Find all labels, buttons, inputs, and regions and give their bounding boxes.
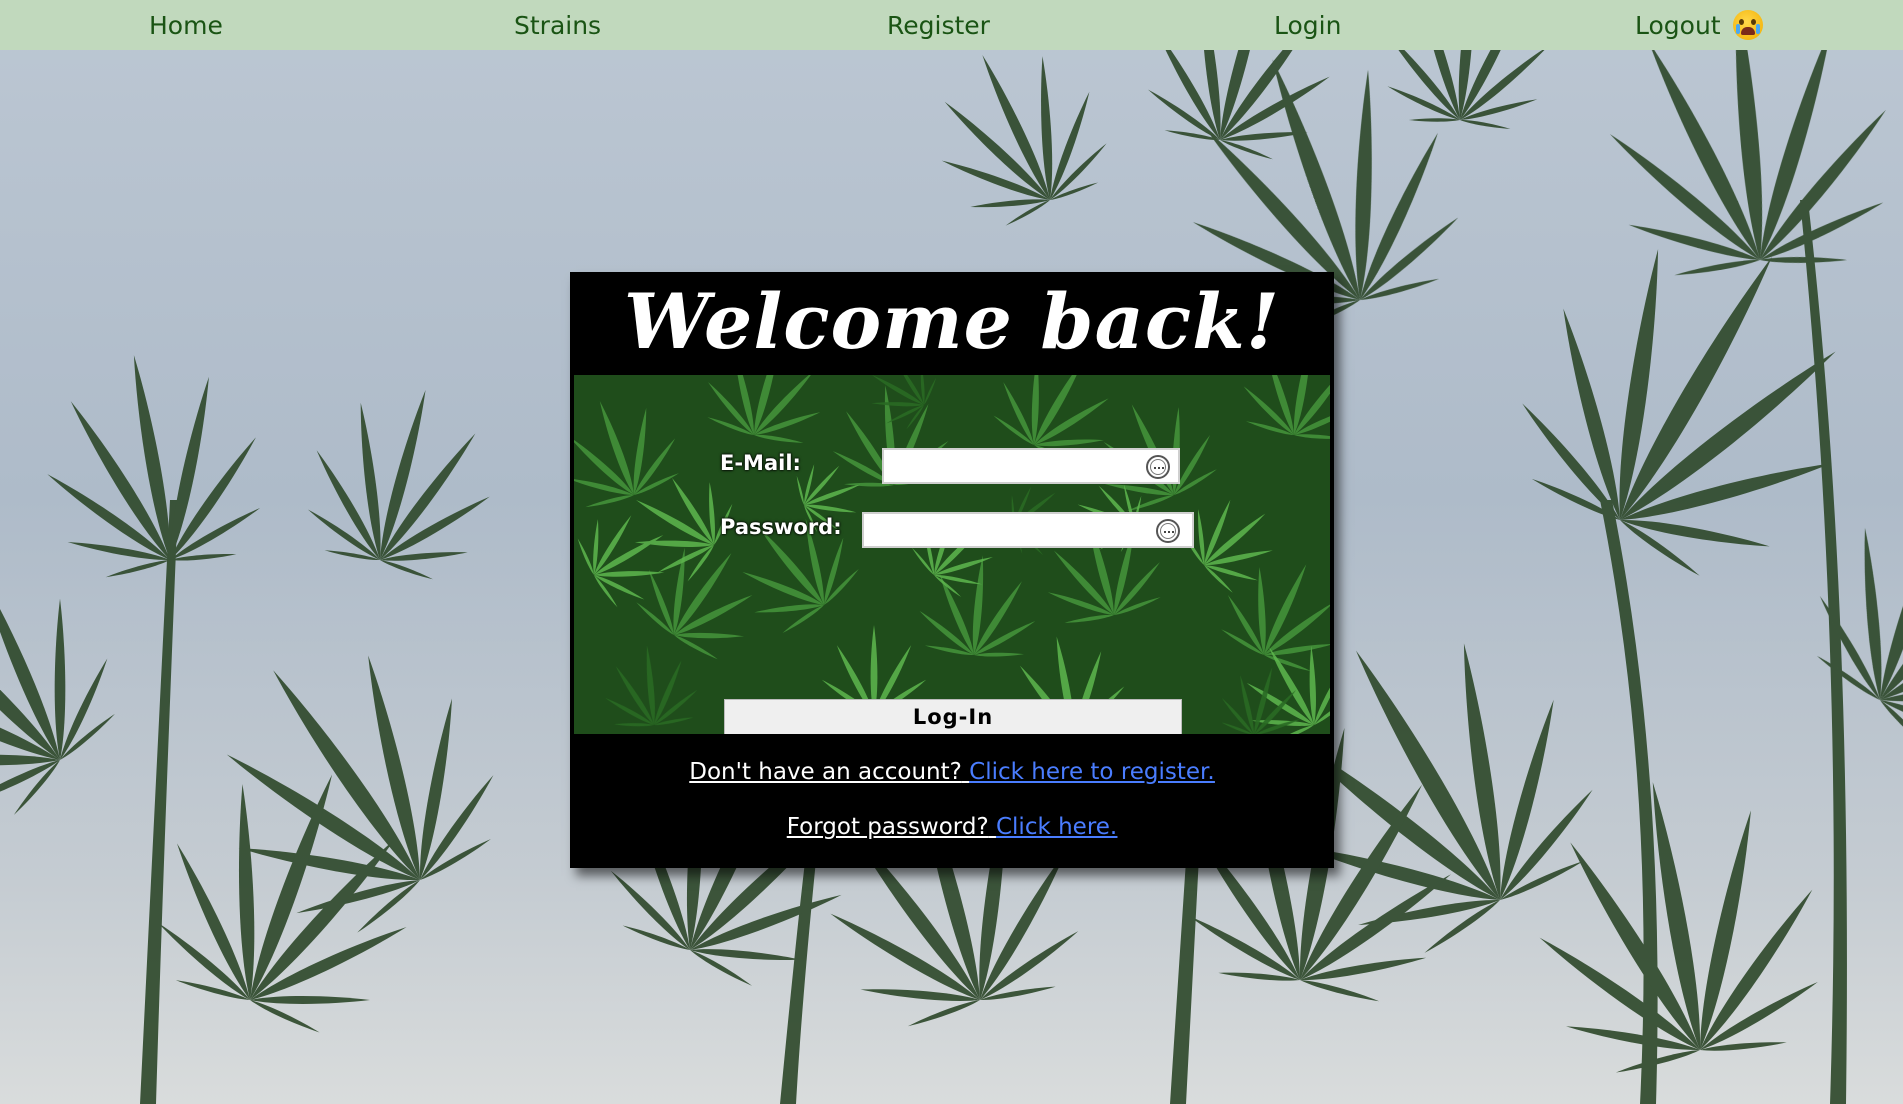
password-label: Password: [720, 515, 842, 539]
email-label: E-Mail: [720, 451, 801, 475]
login-form-panel: E-Mail: Password: Log-In [574, 375, 1330, 734]
nav-login-link[interactable]: Login [1274, 0, 1341, 50]
crying-face-icon [1732, 10, 1763, 40]
nav-logout-link[interactable]: Logout [1635, 0, 1763, 50]
page-title: Welcome back! [623, 277, 1281, 366]
forgot-password-prompt: Forgot password? Click here. [570, 814, 1334, 840]
password-field[interactable] [862, 512, 1194, 548]
register-link[interactable]: Click here to register. [969, 759, 1215, 785]
nav-strains-link[interactable]: Strains [514, 0, 601, 50]
forgot-password-link[interactable]: Click here. [996, 814, 1117, 840]
password-manager-icon[interactable] [1156, 519, 1180, 543]
register-prompt: Don't have an account? Click here to reg… [570, 759, 1334, 785]
nav-register-link[interactable]: Register [887, 0, 990, 50]
leaf-texture-image [574, 375, 1330, 734]
nav-home-link[interactable]: Home [149, 0, 223, 50]
top-navigation-bar: Home Strains Register Login Logout [0, 0, 1903, 50]
register-prompt-text: Don't have an account? [689, 759, 962, 785]
forgot-password-text: Forgot password? [786, 814, 989, 840]
nav-logout-label: Logout [1635, 11, 1721, 40]
password-manager-icon[interactable] [1146, 455, 1170, 479]
login-button[interactable]: Log-In [724, 699, 1182, 734]
login-card: Welcome back! E-Mail: Password: Log-In D… [570, 272, 1334, 868]
email-field[interactable] [882, 448, 1180, 484]
